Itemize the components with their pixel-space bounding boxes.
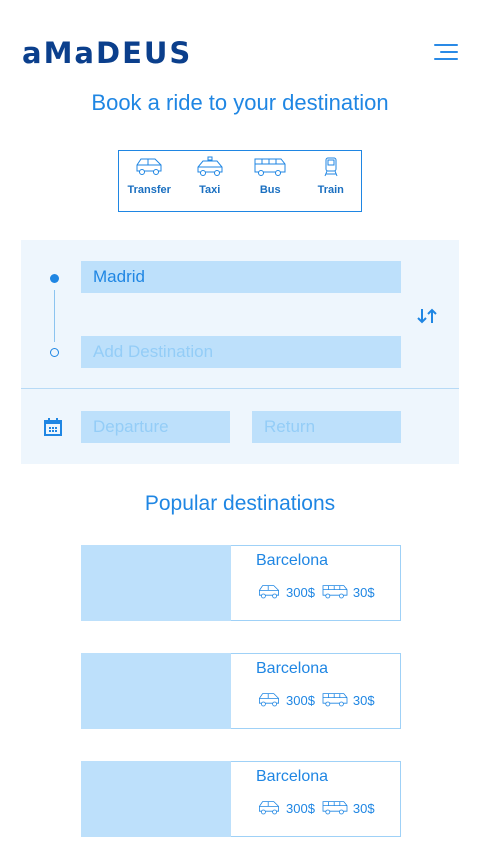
bus-icon — [322, 801, 348, 815]
destination-city: Barcelona — [256, 552, 329, 569]
bus-icon — [322, 585, 348, 599]
route-line — [54, 290, 55, 342]
origin-input[interactable] — [81, 261, 401, 293]
destination-city: Barcelona — [256, 768, 329, 785]
destination-image — [81, 545, 231, 621]
destination-image — [81, 761, 231, 837]
bus-icon — [322, 693, 348, 707]
origin-dot-icon — [50, 274, 59, 283]
brand-logo: aMaDEUS — [22, 36, 193, 70]
car-price: 300$ — [286, 800, 315, 816]
mode-transfer[interactable]: Transfer — [119, 151, 180, 211]
page-title: Book a ride to your destination — [91, 90, 389, 115]
destination-card[interactable]: Barcelona 300$ 30$ — [81, 545, 401, 621]
return-date-input[interactable] — [252, 411, 401, 443]
bus-icon — [254, 158, 286, 176]
car-icon — [259, 801, 279, 815]
car-icon — [259, 585, 279, 599]
destination-image — [81, 653, 231, 729]
mode-label: Transfer — [127, 184, 171, 196]
hamburger-menu-icon[interactable] — [434, 42, 458, 62]
train-icon — [324, 157, 338, 177]
bus-price: 30$ — [352, 584, 375, 600]
departure-date-input[interactable] — [81, 411, 230, 443]
destination-dot-icon — [50, 348, 59, 357]
mode-label: Bus — [259, 184, 281, 196]
car-price: 300$ — [286, 584, 315, 600]
destination-card[interactable]: Barcelona 300$ 30$ — [81, 653, 401, 729]
car-icon — [259, 693, 279, 707]
destination-card[interactable]: Barcelona 300$ 30$ — [81, 761, 401, 837]
mode-taxi[interactable]: Taxi — [180, 151, 241, 211]
car-icon — [136, 158, 162, 175]
transport-mode-selector: Transfer Taxi Bus Train — [118, 150, 362, 212]
bus-price: 30$ — [352, 800, 375, 816]
mode-label: Train — [317, 184, 344, 196]
mode-label: Taxi — [199, 184, 221, 196]
popular-destinations-title: Popular destinations — [144, 492, 336, 515]
divider — [21, 388, 459, 389]
mode-bus[interactable]: Bus — [240, 151, 301, 211]
bus-price: 30$ — [352, 692, 375, 708]
taxi-icon — [197, 156, 223, 176]
destination-input[interactable] — [81, 336, 401, 368]
car-price: 300$ — [286, 692, 315, 708]
calendar-icon[interactable] — [44, 418, 62, 441]
destination-city: Barcelona — [256, 660, 329, 677]
mode-train[interactable]: Train — [301, 151, 362, 211]
swap-direction-icon[interactable] — [416, 306, 438, 326]
